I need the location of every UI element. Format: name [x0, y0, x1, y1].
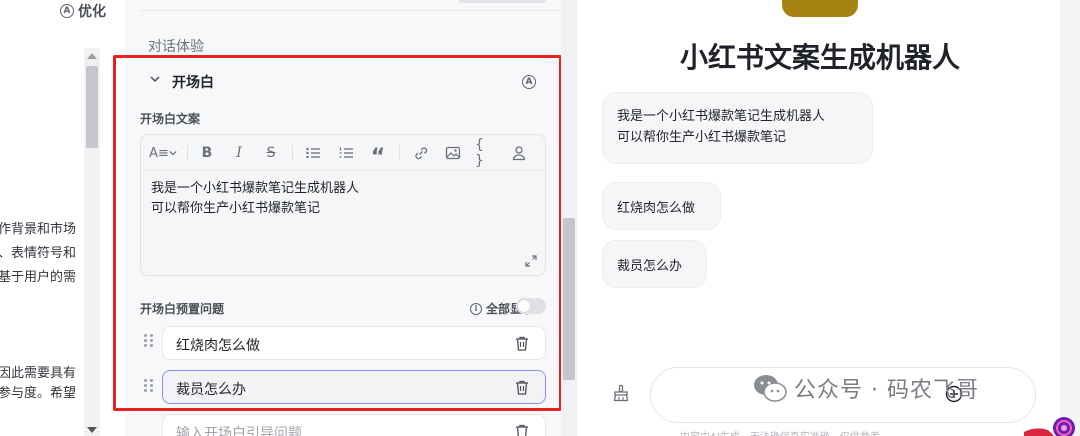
opening-copy-text[interactable]: 我是一个小红书爆款笔记生成机器人 可以帮你生产小红书爆款笔记: [151, 179, 359, 219]
message-line: 我是一个小红书爆款笔记生成机器人: [617, 109, 826, 124]
scrollbar-thumb[interactable]: [563, 218, 575, 380]
section-title-dialog-experience: 对话体验: [148, 39, 204, 55]
bot-avatar: [782, 0, 858, 17]
italic-icon[interactable]: I: [231, 144, 247, 162]
editor-line: 可以帮你生产小红书爆款笔记: [151, 201, 321, 216]
editor-toolbar: A≡ B I S “ { }: [141, 135, 545, 171]
toolbar-divider: [292, 145, 293, 161]
bullet-list-icon[interactable]: [305, 144, 321, 162]
scrollbar-thumb[interactable]: [86, 66, 98, 148]
prompt-text-fragment: 作背景和市场: [0, 222, 77, 237]
text-style-dropdown[interactable]: A≡: [149, 144, 177, 162]
preset-question-row[interactable]: 裁员怎么办: [162, 370, 546, 404]
brand-logo-icon: [1024, 417, 1075, 436]
user-icon[interactable]: [511, 144, 527, 162]
top-control[interactable]: [458, 0, 546, 3]
toolbar-divider: [399, 145, 400, 161]
scroll-up-arrow-icon[interactable]: [87, 53, 97, 59]
clear-history-icon[interactable]: [612, 384, 630, 402]
strikethrough-icon[interactable]: S: [263, 144, 279, 162]
prompt-text-fragment: 因此需要具有: [0, 366, 77, 381]
chevron-down-icon[interactable]: [150, 74, 160, 84]
divider: [140, 10, 564, 11]
preset-question-text[interactable]: 红烧肉怎么做: [176, 335, 260, 355]
info-icon[interactable]: i: [470, 302, 482, 315]
numbered-list-icon[interactable]: [338, 144, 354, 162]
ai-disclaimer: 内容由AI生成，无法确保真实准确，仅供参考: [680, 428, 880, 436]
optimize-label: 优化: [78, 4, 106, 20]
quote-icon[interactable]: “: [369, 144, 387, 170]
opening-message-bubble: 我是一个小红书爆款笔记生成机器人 可以帮你生产小红书爆款笔记: [602, 92, 873, 164]
drag-handle-icon[interactable]: [144, 334, 154, 348]
variable-braces-icon[interactable]: { }: [475, 137, 495, 169]
text-style-label: A≡: [149, 145, 169, 161]
suggested-question-chip[interactable]: 红烧肉怎么做: [602, 182, 721, 230]
preset-question-text[interactable]: 裁员怎么办: [176, 379, 246, 399]
trash-icon[interactable]: [515, 380, 529, 395]
opening-section-title[interactable]: 开场白: [172, 72, 214, 92]
bold-icon[interactable]: B: [199, 144, 215, 162]
drag-handle-icon[interactable]: [144, 379, 154, 393]
ai-optimize-icon: A: [60, 4, 74, 18]
link-icon[interactable]: [413, 144, 429, 162]
prompt-scrollbar[interactable]: [84, 48, 100, 436]
trash-icon[interactable]: [515, 336, 529, 351]
bot-name: 小红书文案生成机器人: [679, 41, 960, 74]
message-line: 可以帮你生产小红书爆款笔记: [617, 130, 787, 145]
toolbar-divider: [187, 145, 188, 161]
ai-generate-icon[interactable]: A: [522, 75, 536, 89]
preset-question-row[interactable]: 红烧肉怎么做: [162, 326, 546, 360]
opening-copy-editor[interactable]: A≡ B I S “ { } 我是一个小红书爆款笔记生成机器人 可以帮你生产小红…: [140, 134, 546, 276]
preset-questions-label: 开场白预置问题: [140, 302, 225, 316]
image-icon[interactable]: [445, 144, 461, 162]
suggested-question-chip[interactable]: 裁员怎么办: [602, 240, 707, 288]
new-question-placeholder: 输入开场白引导问题: [176, 426, 302, 436]
toggle-knob: [518, 300, 530, 312]
new-question-input[interactable]: 输入开场白引导问题: [162, 414, 546, 436]
prompt-text-fragment: 参与度。希望: [0, 386, 77, 401]
watermark-text: 公众号 · 码农飞哥: [794, 378, 979, 403]
chevron-down-icon: [169, 150, 177, 156]
expand-icon[interactable]: [525, 255, 537, 267]
wechat-icon: [754, 375, 787, 402]
scroll-down-arrow-icon[interactable]: [87, 427, 97, 433]
show-all-toggle[interactable]: [516, 298, 546, 314]
watermark: 公众号 · 码农飞哥: [752, 372, 979, 404]
editor-line: 我是一个小红书爆款笔记生成机器人: [151, 181, 360, 196]
optimize-button[interactable]: A 优化: [60, 1, 106, 21]
prompt-text-fragment: 、表情符号和: [0, 246, 77, 261]
prompt-text-fragment: 基于用户的需: [0, 270, 77, 285]
trash-icon[interactable]: [515, 424, 529, 436]
opening-copy-label: 开场白文案: [140, 112, 201, 126]
